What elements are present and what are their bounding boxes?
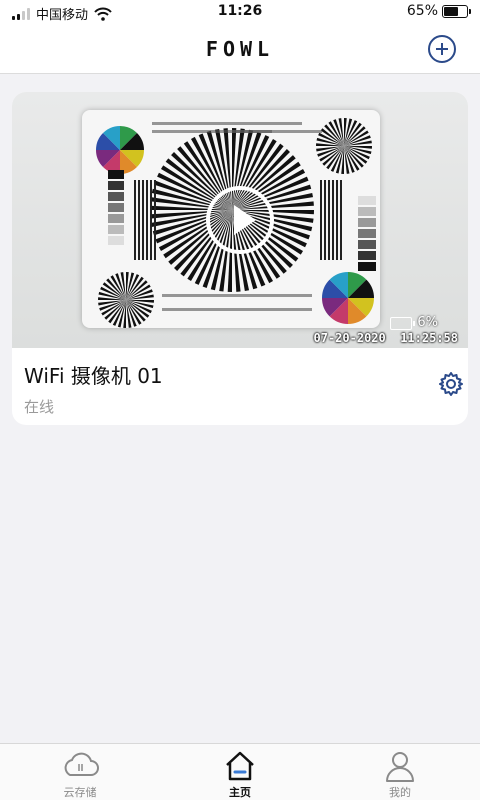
gear-icon[interactable] [438,371,464,397]
device-status: 在线 [24,398,55,416]
camera-battery-icon [390,317,415,330]
camera-battery-text: 6% [417,315,438,330]
status-bar: 中国移动 11:26 65% [0,0,480,24]
bottom-tab-bar: 云存储 主页 我的 [0,743,480,800]
tab-cloud-storage[interactable]: 云存储 [0,744,160,800]
battery-icon [442,4,471,18]
preview-timestamp: 07-20-2020 11:25:58 [313,331,459,345]
status-right: 65% [406,3,471,19]
tab-home[interactable]: 主页 [160,744,320,800]
app-logo: FOWL [205,37,275,61]
battery-percent: 65% [406,3,438,19]
play-icon[interactable] [206,186,274,254]
tab-label: 云存储 [63,786,97,799]
app-header: FOWL [0,24,480,74]
tab-mine[interactable]: 我的 [320,744,480,800]
cloud-icon [64,752,99,776]
device-name: WiFi 摄像机 01 [24,364,163,388]
user-icon [386,752,414,782]
add-device-button[interactable] [428,35,456,63]
camera-preview[interactable]: 6% 07-20-2020 11:25:58 [12,92,468,348]
tab-label: 我的 [389,786,411,799]
home-icon [226,751,254,781]
tab-label: 主页 [229,786,251,799]
device-card[interactable]: 6% 07-20-2020 11:25:58 WiFi 摄像机 01 在线 [12,92,468,425]
